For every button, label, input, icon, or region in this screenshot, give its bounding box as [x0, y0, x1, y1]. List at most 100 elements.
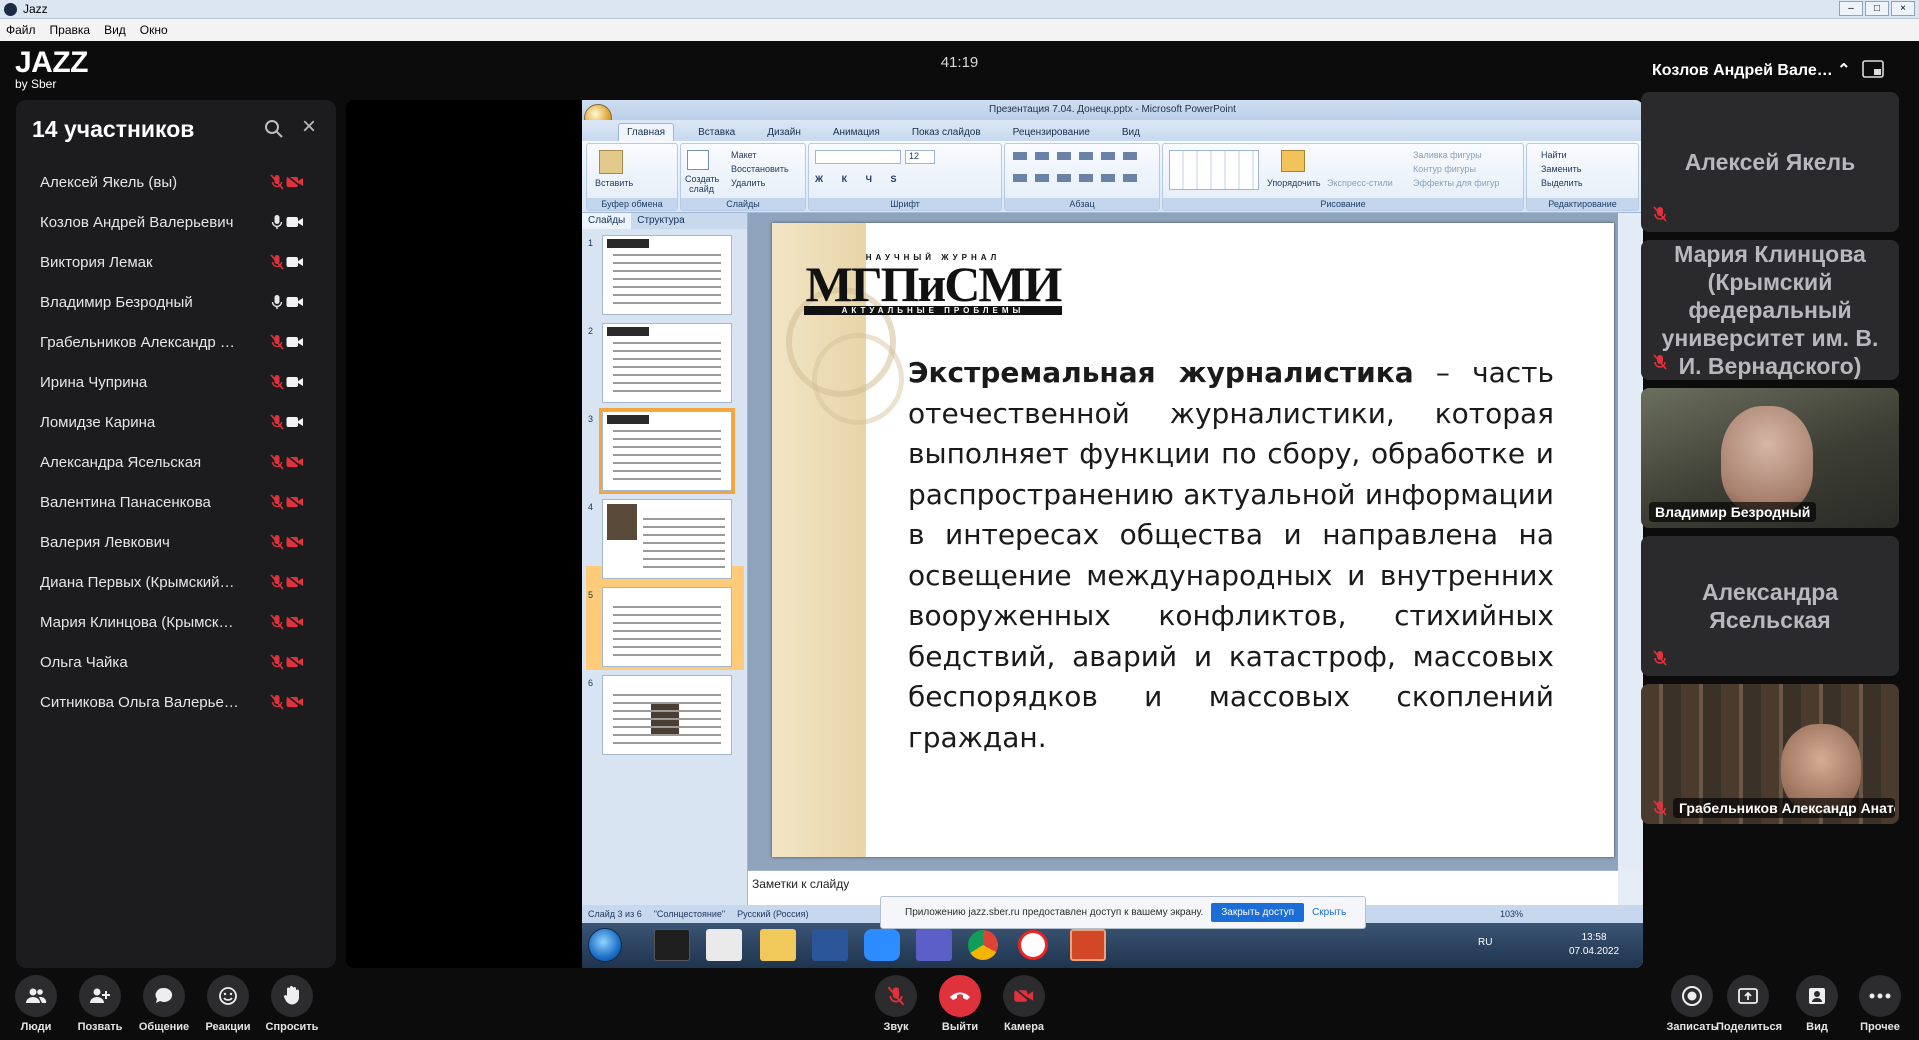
slide-thumbnail[interactable]: 4: [588, 499, 732, 579]
chrome-icon[interactable]: [968, 930, 998, 960]
font-format-buttons[interactable]: Ж К Ч S: [815, 174, 904, 184]
font-size-select[interactable]: 12: [905, 150, 935, 164]
record-button[interactable]: Записать: [1660, 975, 1724, 1033]
powerpoint-icon[interactable]: [1070, 929, 1106, 961]
minimize-button[interactable]: –: [1839, 1, 1863, 16]
thumb-logo: [607, 239, 649, 248]
ppt-tab[interactable]: Главная: [618, 123, 675, 141]
ppt-tab[interactable]: Рецензирование: [1005, 124, 1098, 141]
shape-effects-label[interactable]: Эффекты для фигур: [1413, 178, 1499, 188]
menu-window[interactable]: Окно: [140, 23, 168, 37]
ppt-tab[interactable]: Показ слайдов: [904, 124, 989, 141]
camera-toggle-button[interactable]: Камера: [992, 975, 1056, 1033]
participant-tile-video[interactable]: Владимир Безродный: [1641, 388, 1899, 528]
create-label[interactable]: Создать: [685, 174, 719, 184]
participant-row[interactable]: Алексей Якель (вы): [16, 162, 336, 202]
more-button[interactable]: Прочее: [1848, 975, 1912, 1033]
layout-switch-icon[interactable]: [1862, 60, 1884, 78]
yandex-icon[interactable]: [1018, 930, 1048, 960]
arrange-icon[interactable]: [1281, 150, 1305, 172]
participant-row[interactable]: Грабельников Александр …: [16, 322, 336, 362]
teams-icon[interactable]: [916, 929, 952, 961]
paste-icon[interactable]: [599, 150, 623, 174]
tile-name-label: Владимир Безродный: [1649, 502, 1817, 522]
participant-row[interactable]: Козлов Андрей Валерьевич: [16, 202, 336, 242]
new-slide-icon[interactable]: [687, 150, 709, 170]
maximize-button[interactable]: □: [1865, 1, 1889, 16]
delete-label[interactable]: Удалить: [731, 178, 765, 188]
participant-row[interactable]: Валерия Левкович: [16, 522, 336, 562]
figma-icon[interactable]: [654, 929, 690, 961]
menu-edit[interactable]: Правка: [50, 23, 91, 37]
invite-button[interactable]: Позвать: [68, 975, 132, 1033]
close-window-button[interactable]: ×: [1891, 1, 1915, 16]
paste-label[interactable]: Вставить: [595, 178, 633, 188]
slide-thumbnail[interactable]: 6: [588, 675, 732, 755]
participant-tile-video[interactable]: Грабельников Александр Анатольевич: [1641, 684, 1899, 824]
notes-app-icon[interactable]: [706, 929, 742, 961]
slide-scrollbar[interactable]: [1618, 213, 1643, 870]
align-buttons[interactable]: [1013, 174, 1143, 182]
leave-button[interactable]: Выйти: [928, 975, 992, 1033]
participant-row[interactable]: Владимир Безродный: [16, 282, 336, 322]
word-icon[interactable]: [812, 929, 848, 961]
hide-notice-link[interactable]: Скрыть: [1312, 907, 1346, 918]
search-icon[interactable]: [263, 118, 285, 140]
participant-row[interactable]: Ирина Чуприна: [16, 362, 336, 402]
participant-tile[interactable]: Мария Клинцова (Крымский федеральный уни…: [1641, 240, 1899, 380]
shapes-gallery[interactable]: [1169, 150, 1259, 190]
participant-row[interactable]: Виктория Лемак: [16, 242, 336, 282]
stop-sharing-button[interactable]: Закрыть доступ: [1211, 903, 1305, 922]
explorer-icon[interactable]: [760, 929, 796, 961]
find-label[interactable]: Найти: [1541, 150, 1567, 160]
participant-tile[interactable]: Александра Ясельская: [1641, 536, 1899, 676]
ppt-tab[interactable]: Анимация: [825, 124, 888, 141]
arrange-label[interactable]: Упорядочить: [1267, 178, 1321, 188]
tab-slides[interactable]: Слайды: [582, 213, 632, 229]
shape-fill-label[interactable]: Заливка фигуры: [1413, 150, 1482, 160]
slide-thumbnail[interactable]: 3: [588, 408, 735, 494]
start-button-icon[interactable]: [588, 928, 622, 962]
participant-row[interactable]: Мария Клинцова (Крымск…: [16, 602, 336, 642]
slide-thumbnail[interactable]: 2: [588, 323, 732, 403]
menu-file[interactable]: Файл: [6, 23, 36, 37]
logo-sub: by Sber: [15, 77, 57, 91]
participant-row[interactable]: Ольга Чайка: [16, 642, 336, 682]
list-buttons[interactable]: [1013, 152, 1143, 160]
close-icon[interactable]: ×: [297, 115, 321, 140]
ppt-tab[interactable]: Вид: [1114, 124, 1148, 141]
zoom-icon[interactable]: [864, 929, 900, 961]
ppt-tab[interactable]: Дизайн: [759, 124, 809, 141]
slide-label[interactable]: слайд: [689, 184, 714, 194]
view-button[interactable]: Вид: [1785, 975, 1849, 1033]
chevron-up-icon[interactable]: ⌃: [1837, 62, 1850, 79]
chat-button[interactable]: Общение: [132, 975, 196, 1033]
participant-row[interactable]: Ломидзе Карина: [16, 402, 336, 442]
keyboard-language[interactable]: RU: [1478, 937, 1492, 948]
tab-outline[interactable]: Структура: [631, 213, 690, 229]
participant-row[interactable]: Валентина Панасенкова: [16, 482, 336, 522]
participant-tile[interactable]: Алексей Якель: [1641, 92, 1899, 232]
layout-label[interactable]: Макет: [731, 150, 756, 160]
slide-thumbnail[interactable]: 5: [588, 587, 732, 667]
reactions-button[interactable]: Реакции: [196, 975, 260, 1033]
shape-outline-label[interactable]: Контур фигуры: [1413, 164, 1476, 174]
reactions-icon: [207, 975, 249, 1017]
menu-view[interactable]: Вид: [104, 23, 126, 37]
share-screen-button[interactable]: Поделиться: [1716, 975, 1782, 1033]
participant-row[interactable]: Александра Ясельская: [16, 442, 336, 482]
status-zoom[interactable]: 103%: [1500, 909, 1523, 919]
participant-row[interactable]: Диана Первых (Крымский…: [16, 562, 336, 602]
ppt-tab[interactable]: Вставка: [690, 124, 743, 141]
people-button[interactable]: Люди: [4, 975, 68, 1033]
mic-toggle-button[interactable]: Звук: [864, 975, 928, 1033]
font-family-select[interactable]: [815, 150, 901, 164]
slide-thumbnail[interactable]: 1: [588, 235, 732, 315]
select-label[interactable]: Выделить: [1541, 178, 1583, 188]
express-styles-label[interactable]: Экспресс-стили: [1327, 178, 1393, 188]
participant-row[interactable]: Ситникова Ольга Валерье…: [16, 682, 336, 722]
restore-label[interactable]: Восстановить: [731, 164, 789, 174]
thumb-number: 3: [588, 414, 594, 424]
raise-hand-button[interactable]: Спросить: [260, 975, 324, 1033]
replace-label[interactable]: Заменить: [1541, 164, 1581, 174]
